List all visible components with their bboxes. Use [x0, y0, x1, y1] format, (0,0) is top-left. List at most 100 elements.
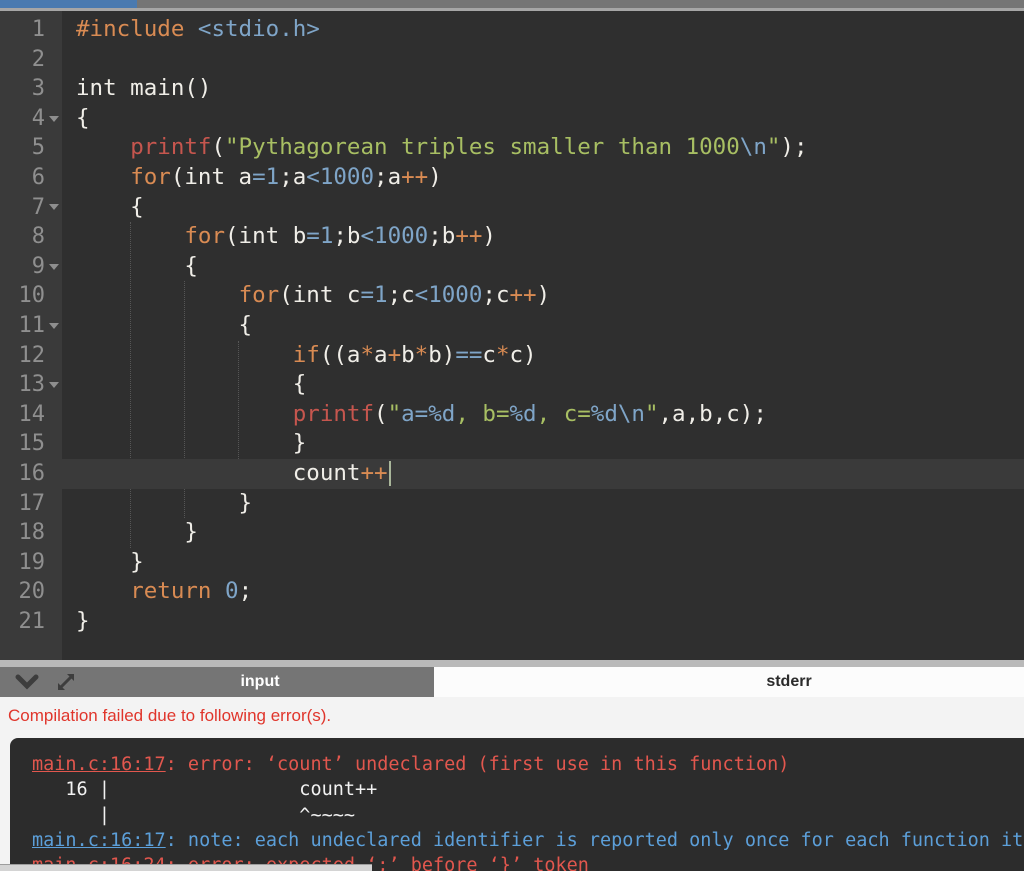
- line-number-8[interactable]: 8: [0, 222, 62, 252]
- console-output[interactable]: main.c:16:17: error: ‘count’ undeclared …: [10, 738, 1024, 871]
- code-token: c=: [563, 400, 591, 427]
- line-number-17[interactable]: 17: [0, 489, 62, 519]
- top-tab-strip: main.c: [0, 0, 1024, 8]
- panel-splitter[interactable]: [0, 660, 1024, 667]
- fold-arrow-icon[interactable]: [48, 115, 59, 122]
- code-line-10[interactable]: 10 for(int c=1;c<1000;c++): [0, 281, 1024, 311]
- line-number-15[interactable]: 15: [0, 429, 62, 459]
- code-line-text: }: [62, 548, 1024, 578]
- code-line-text: {: [62, 311, 1024, 341]
- code-line-9[interactable]: 9 {: [0, 252, 1024, 282]
- line-number-6[interactable]: 6: [0, 163, 62, 193]
- code-token: c: [482, 341, 496, 368]
- code-line-13[interactable]: 13 {: [0, 370, 1024, 400]
- code-token: (int b: [225, 223, 307, 250]
- code-token: ": [387, 400, 402, 427]
- code-line-21[interactable]: 21}: [0, 607, 1024, 637]
- line-number-16[interactable]: 16: [0, 459, 62, 489]
- code-line-5[interactable]: 5 printf("Pythagorean triples smaller th…: [0, 133, 1024, 163]
- line-number-label: 21: [18, 608, 46, 634]
- code-line-1[interactable]: 1 #include <stdio.h>: [0, 15, 1024, 45]
- fold-arrow-icon[interactable]: [48, 322, 59, 329]
- code-line-text: for(int b=1;b<1000;b++): [62, 222, 1024, 252]
- code-token: c): [509, 341, 537, 368]
- line-number-label: 19: [18, 549, 46, 575]
- code-token: ): [536, 282, 551, 309]
- code-line-15[interactable]: 15 }: [0, 429, 1024, 459]
- line-number-label: 2: [31, 46, 45, 72]
- code-line-17[interactable]: 17 }: [0, 489, 1024, 519]
- collapse-panel-chevron-down-icon[interactable]: [14, 674, 40, 690]
- code-line-3[interactable]: 3 int main(): [0, 74, 1024, 104]
- line-number-20[interactable]: 20: [0, 577, 62, 607]
- code-line-19[interactable]: 19 }: [0, 548, 1024, 578]
- code-line-2[interactable]: 2: [0, 45, 1024, 75]
- code-editor[interactable]: 1 #include <stdio.h> 2 3 int main() 4{5 print…: [0, 11, 1024, 660]
- tab-stderr[interactable]: stderr: [434, 667, 1024, 697]
- expand-panel-icon[interactable]: [54, 670, 78, 694]
- code-line-text: {: [62, 104, 1024, 134]
- line-number-7[interactable]: 7: [0, 193, 62, 223]
- code-line-11[interactable]: 11 {: [0, 311, 1024, 341]
- code-token: ==: [455, 341, 483, 368]
- code-line-text: return 0;: [62, 577, 1024, 607]
- code-token: \n: [739, 134, 767, 161]
- code-line-text: }: [62, 489, 1024, 519]
- line-number-14[interactable]: 14: [0, 400, 62, 430]
- line-number-5[interactable]: 5: [0, 133, 62, 163]
- code-line-12[interactable]: 12 if((a*a+b*b)==c*c): [0, 341, 1024, 371]
- line-number-13[interactable]: 13: [0, 370, 62, 400]
- code-token: *: [414, 341, 429, 368]
- console-line-3: | ^~~~~: [32, 803, 1024, 828]
- code-line-6[interactable]: 6 for(int a=1;a<1000;a++): [0, 163, 1024, 193]
- line-number-label: 13: [18, 372, 46, 398]
- fold-arrow-icon[interactable]: [48, 381, 59, 388]
- line-number-2[interactable]: 2: [0, 45, 62, 75]
- code-line-18[interactable]: 18 }: [0, 518, 1024, 548]
- text-cursor: [388, 460, 391, 486]
- code-token: (int a: [170, 163, 253, 190]
- line-number-9[interactable]: 9: [0, 252, 62, 282]
- code-line-20[interactable]: 20 return 0;: [0, 577, 1024, 607]
- code-token: int main(): [76, 75, 212, 102]
- code-line-4[interactable]: 4{: [0, 104, 1024, 134]
- code-line-7[interactable]: 7 {: [0, 193, 1024, 223]
- line-number-12[interactable]: 12: [0, 341, 62, 371]
- line-number-10[interactable]: 10: [0, 281, 62, 311]
- code-line-16[interactable]: 16 count++: [0, 458, 1024, 489]
- line-number-label: 7: [31, 194, 45, 220]
- line-number-19[interactable]: 19: [0, 548, 62, 578]
- code-token: for: [184, 223, 226, 250]
- fold-arrow-icon[interactable]: [48, 263, 59, 270]
- code-line-14[interactable]: 14 printf("a=%d, b=%d, c=%d\n",a,b,c);: [0, 400, 1024, 430]
- code-token: *: [495, 341, 510, 368]
- compilation-status-message: Compilation failed due to following erro…: [8, 706, 332, 725]
- error-location-link[interactable]: main.c:16:17: [32, 754, 166, 775]
- code-line-text: #include <stdio.h>: [62, 15, 1024, 45]
- code-token: for: [130, 163, 171, 190]
- fold-arrow-icon[interactable]: [48, 204, 59, 211]
- line-number-4[interactable]: 4: [0, 104, 62, 134]
- code-token: {: [76, 371, 307, 398]
- code-token: ++: [509, 282, 537, 309]
- console-horizontal-scrollbar[interactable]: [0, 864, 372, 871]
- line-number-3[interactable]: 3: [0, 74, 62, 104]
- code-token: ;b: [428, 223, 456, 250]
- code-token: if: [292, 341, 320, 368]
- line-number-1[interactable]: 1: [0, 15, 62, 45]
- line-number-11[interactable]: 11: [0, 311, 62, 341]
- code-line-8[interactable]: 8 for(int b=1;b<1000;b++): [0, 222, 1024, 252]
- code-token: "Pythagorean triples smaller than 1000: [225, 134, 740, 161]
- line-number-18[interactable]: 18: [0, 518, 62, 548]
- code-token: );: [780, 134, 808, 161]
- line-number-21[interactable]: 21: [0, 607, 62, 637]
- file-tab[interactable]: main.c: [0, 0, 137, 8]
- tab-input[interactable]: input: [86, 667, 434, 697]
- code-line-text: for(int a=1;a<1000;a++): [62, 163, 1024, 193]
- code-token: ": [644, 400, 659, 427]
- line-number-label: 6: [31, 164, 45, 190]
- error-location-link[interactable]: main.c:16:17: [32, 830, 166, 851]
- console-line-1: main.c:16:17: error: ‘count’ undeclared …: [32, 752, 1024, 777]
